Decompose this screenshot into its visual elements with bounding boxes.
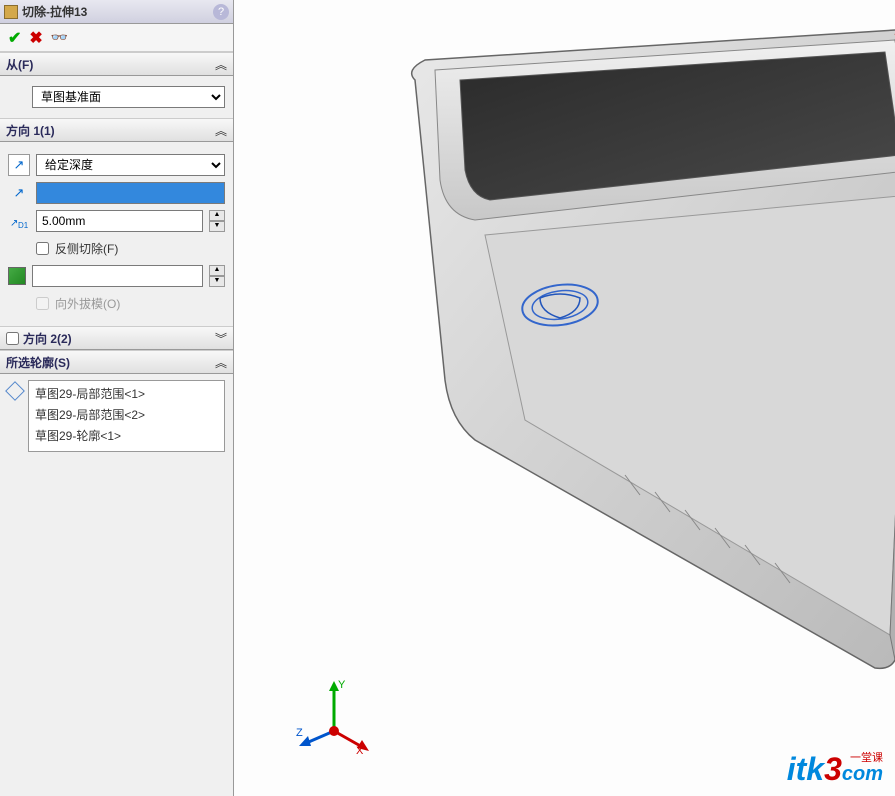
chevron-up-icon[interactable]: ︽ [215,56,227,73]
feature-title: 切除-拉伸13 [22,3,87,20]
flip-side-label: 反侧切除(F) [55,240,118,257]
preview-button[interactable]: 👓 [51,29,68,46]
svg-text:Y: Y [338,679,346,691]
section-contours-label: 所选轮廓(S) [6,354,70,371]
list-item[interactable]: 草图29-局部范围<2> [31,404,222,425]
3d-viewport[interactable]: Y X Z 一堂课 itk3com [234,0,895,796]
contour-list[interactable]: 草图29-局部范围<1> 草图29-局部范围<2> 草图29-轮廓<1> [28,380,225,452]
chevron-up-icon[interactable]: ︽ [215,354,227,371]
section-contours-header[interactable]: 所选轮廓(S) ︽ [0,350,233,374]
depth-spinner: ▲ ▼ [209,210,225,232]
list-item[interactable]: 草图29-轮廓<1> [31,425,222,446]
dir2-enable-checkbox[interactable] [6,332,19,345]
section-dir2-label: 方向 2(2) [23,330,215,347]
orientation-triad[interactable]: Y X Z [294,676,374,756]
direction-vector-input[interactable] [36,182,225,204]
chevron-up-icon[interactable]: ︽ [215,122,227,139]
direction-vector-icon[interactable]: ↗ [8,182,30,204]
help-icon[interactable]: ? [213,4,229,20]
depth-spin-up[interactable]: ▲ [209,210,225,221]
svg-text:D1: D1 [18,221,28,230]
section-dir1-header[interactable]: 方向 1(1) ︽ [0,118,233,142]
draft-outward-label: 向外拔模(O) [55,295,120,312]
depth-spin-down[interactable]: ▼ [209,221,225,232]
svg-text:Z: Z [296,727,303,739]
list-item[interactable]: 草图29-局部范围<1> [31,383,222,404]
chevron-down-icon[interactable]: ︾ [215,330,227,347]
ok-button[interactable]: ✔ [8,28,21,48]
svg-text:X: X [356,745,364,756]
draft-spin-up[interactable]: ▲ [209,265,225,276]
draft-icon[interactable] [8,267,26,285]
section-dir1-body: ↗ 给定深度 ↗ ↗D1 ▲ ▼ 反侧切除(F) ▲ ▼ [0,142,233,326]
cancel-button[interactable]: ✖ [29,28,42,48]
section-from-header[interactable]: 从(F) ︽ [0,52,233,76]
depth-icon: ↗D1 [8,210,30,232]
draft-spin-down[interactable]: ▼ [209,276,225,287]
action-bar: ✔ ✖ 👓 [0,24,233,52]
end-condition-select[interactable]: 给定深度 [36,154,225,176]
draft-spinner: ▲ ▼ [209,265,225,287]
3d-model[interactable] [335,20,895,670]
depth-input[interactable] [36,210,203,232]
section-contours-body: 草图29-局部范围<1> 草图29-局部范围<2> 草图29-轮廓<1> [0,374,233,458]
from-start-condition-select[interactable]: 草图基准面 [32,86,225,108]
contour-icon [5,381,25,401]
flip-side-checkbox[interactable] [36,242,49,255]
watermark: 一堂课 itk3com [787,751,883,788]
draft-outward-checkbox [36,297,49,310]
draft-angle-input[interactable] [32,265,203,287]
feature-icon [4,5,18,19]
title-bar: 切除-拉伸13 ? [0,0,233,24]
section-from-body: 草图基准面 [0,76,233,118]
section-dir1-label: 方向 1(1) [6,122,55,139]
section-dir2-header[interactable]: 方向 2(2) ︾ [0,326,233,350]
reverse-direction-button[interactable]: ↗ [8,154,30,176]
property-panel: 切除-拉伸13 ? ✔ ✖ 👓 从(F) ︽ 草图基准面 方向 1(1) ︽ ↗… [0,0,234,796]
section-from-label: 从(F) [6,56,33,73]
